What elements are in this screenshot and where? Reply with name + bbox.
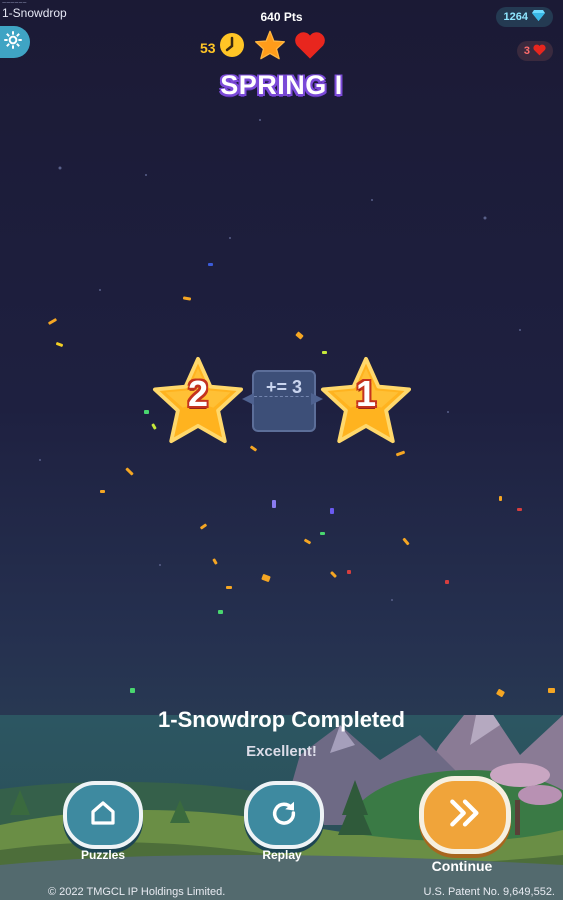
puzzles-button[interactable] [63,781,143,849]
timer-value: 53 [200,39,216,56]
gem-count: 1264 [503,11,528,23]
puzzles-label: Puzzles [80,848,125,862]
heart-icon [533,44,546,59]
star-rating-right: 1 [318,355,414,445]
points-display: 640 Pts [260,10,303,24]
star-rating-left: 2 [150,355,246,445]
replay-button[interactable] [244,781,324,849]
gem-counter[interactable]: 1264 [495,7,553,27]
night-sky [39,119,521,601]
lives-count: 3 [523,45,530,57]
home-icon [88,798,118,833]
clock-icon [218,31,246,64]
bonus-box: += 3 [252,370,316,432]
heart-icon [294,31,326,65]
star-right-number: 1 [355,373,377,414]
replay-icon [269,798,299,833]
bonus-value: += 3 [265,377,303,397]
completion-message: 1-Snowdrop Completed [158,707,405,732]
level-status-bar: 53 [200,30,326,65]
copyright-text: © 2022 TMGCL IP Holdings Limited. [48,886,226,898]
patent-text: U.S. Patent No. 9,649,552. [423,886,555,898]
diamond-icon [532,10,545,24]
continue-button[interactable] [419,776,511,854]
rating-text: Excellent! [246,743,317,760]
arrow-left-icon [242,393,254,405]
season-title: SPRING I [220,70,343,100]
lives-counter[interactable]: 3 [516,41,553,61]
gear-icon [3,30,23,55]
star-icon [254,30,286,65]
continue-label: Continue [431,858,493,874]
replay-label: Replay [262,848,302,862]
star-left-number: 2 [187,373,209,414]
double-chevron-icon [446,796,484,835]
